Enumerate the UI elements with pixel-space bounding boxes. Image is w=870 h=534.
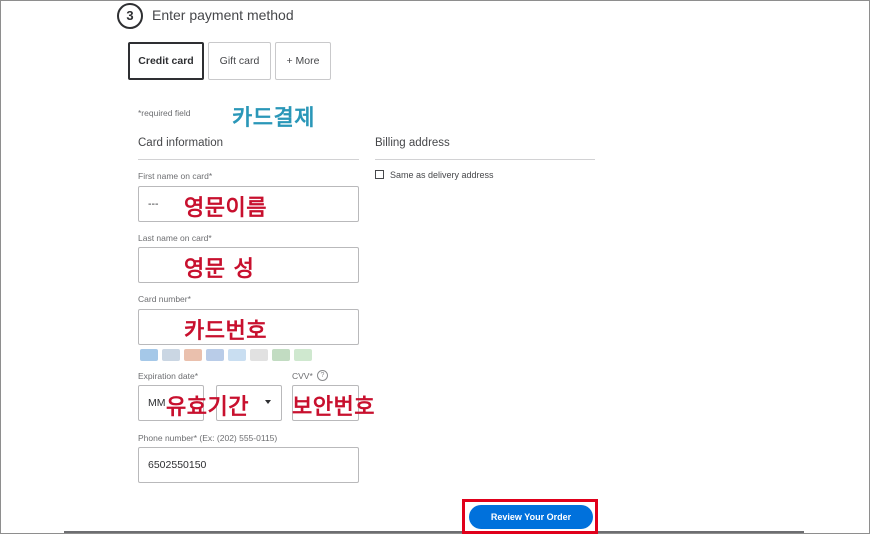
required-field-note: *required field <box>138 108 191 118</box>
phone-number-label: Phone number* (Ex: (202) 555-0115) <box>138 433 278 443</box>
phone-number-input[interactable]: 6502550150 <box>138 447 359 483</box>
amex-logo-2-icon <box>228 349 246 361</box>
same-as-delivery-checkbox[interactable] <box>375 170 384 179</box>
chevron-down-icon <box>265 400 271 404</box>
card-number-label: Card number* <box>138 294 191 304</box>
billing-address-title: Billing address <box>375 137 450 149</box>
billing-section-divider <box>375 159 595 160</box>
annotation-card-payment: 카드결제 <box>232 106 315 131</box>
visa-logo-icon <box>206 349 224 361</box>
bottom-divider <box>64 531 804 533</box>
card-logo-green-icon <box>272 349 290 361</box>
annotation-card-number: 카드번호 <box>184 319 267 344</box>
annotation-security-code: 보안번호 <box>292 395 375 420</box>
step-title: Enter payment method <box>152 7 294 23</box>
help-icon[interactable]: ? <box>317 370 328 381</box>
first-name-value: --- <box>148 198 159 210</box>
screenshot-frame <box>0 0 870 534</box>
card-section-divider <box>138 159 359 160</box>
accepted-cards <box>140 349 312 361</box>
step-number-badge: 3 <box>117 3 143 29</box>
amex-logo-icon <box>140 349 158 361</box>
tab-credit-card[interactable]: Credit card <box>128 42 204 80</box>
same-as-delivery-label: Same as delivery address <box>390 170 494 180</box>
review-your-order-button[interactable]: Review Your Order <box>469 505 593 529</box>
expiration-date-label: Expiration date* <box>138 371 199 381</box>
tab-more[interactable]: + More <box>275 42 331 80</box>
expiration-month-value: MM <box>148 397 166 409</box>
annotation-english-last-name: 영문 성 <box>184 257 255 282</box>
last-name-label: Last name on card* <box>138 233 212 243</box>
annotation-expiration: 유효기간 <box>166 395 249 420</box>
card-information-title: Card information <box>138 137 224 149</box>
discover-logo-2-icon <box>250 349 268 361</box>
discover-logo-icon <box>162 349 180 361</box>
first-name-label: First name on card* <box>138 171 213 181</box>
mastercard-logo-icon <box>184 349 202 361</box>
phone-number-value: 6502550150 <box>148 459 207 471</box>
card-logo-green-2-icon <box>294 349 312 361</box>
annotation-english-first-name: 영문이름 <box>184 196 267 221</box>
cvv-label: CVV* <box>292 371 313 381</box>
tab-gift-card[interactable]: Gift card <box>208 42 271 80</box>
